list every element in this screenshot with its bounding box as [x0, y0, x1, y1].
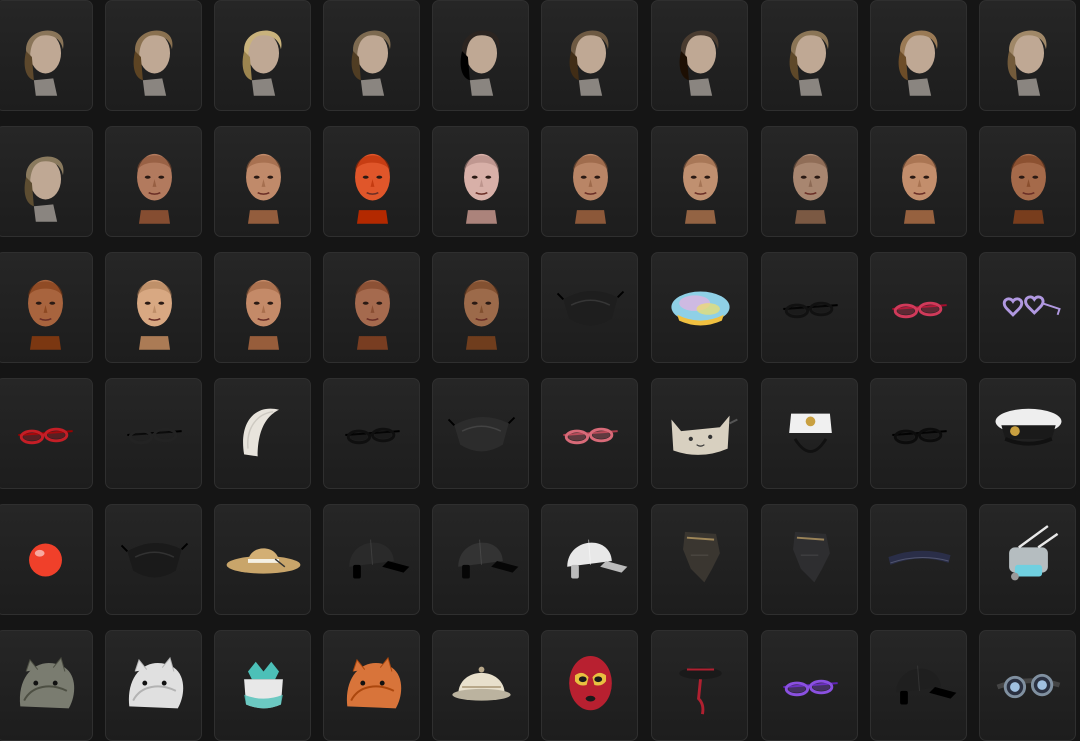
item-slot[interactable] [870, 378, 967, 489]
item-slot[interactable] [870, 630, 967, 741]
item-slot[interactable] [979, 378, 1076, 489]
item-slot[interactable] [651, 378, 748, 489]
item-slot[interactable] [651, 252, 748, 363]
item-slot[interactable] [105, 0, 202, 111]
item-slot[interactable] [651, 504, 748, 615]
item-slot[interactable] [214, 378, 311, 489]
item-slot[interactable] [979, 126, 1076, 237]
item-slot[interactable] [432, 0, 529, 111]
item-slot[interactable] [541, 0, 638, 111]
item-slot[interactable] [651, 630, 748, 741]
item-slot[interactable] [214, 252, 311, 363]
item-slot[interactable] [761, 504, 858, 615]
item-slot[interactable] [761, 126, 858, 237]
item-slot[interactable] [761, 378, 858, 489]
item-slot[interactable] [870, 126, 967, 237]
item-slot[interactable] [761, 252, 858, 363]
item-slot[interactable] [761, 630, 858, 741]
item-slot[interactable] [979, 0, 1076, 111]
item-slot[interactable] [105, 630, 202, 741]
item-slot[interactable] [432, 126, 529, 237]
item-slot[interactable] [979, 630, 1076, 741]
item-slot[interactable] [870, 0, 967, 111]
item-slot[interactable] [0, 630, 93, 741]
item-slot[interactable] [323, 0, 420, 111]
item-slot[interactable] [323, 378, 420, 489]
item-slot[interactable] [214, 0, 311, 111]
item-slot[interactable] [0, 0, 93, 111]
item-slot[interactable] [323, 630, 420, 741]
item-slot[interactable] [323, 252, 420, 363]
item-slot[interactable] [0, 252, 93, 363]
item-slot[interactable] [432, 630, 529, 741]
item-slot[interactable] [979, 504, 1076, 615]
item-slot[interactable] [541, 630, 638, 741]
item-slot[interactable] [432, 252, 529, 363]
item-slot[interactable] [651, 0, 748, 111]
item-slot[interactable] [0, 126, 93, 237]
item-slot[interactable] [323, 126, 420, 237]
item-slot[interactable] [214, 504, 311, 615]
item-slot[interactable] [105, 378, 202, 489]
item-slot[interactable] [541, 126, 638, 237]
item-slot[interactable] [870, 504, 967, 615]
item-slot[interactable] [323, 504, 420, 615]
item-slot[interactable] [432, 504, 529, 615]
item-grid [0, 0, 1080, 741]
item-slot[interactable] [214, 630, 311, 741]
item-slot[interactable] [0, 378, 93, 489]
item-slot[interactable] [761, 0, 858, 111]
item-slot[interactable] [105, 252, 202, 363]
item-slot[interactable] [105, 504, 202, 615]
item-slot[interactable] [214, 126, 311, 237]
item-slot[interactable] [870, 252, 967, 363]
item-slot[interactable] [541, 504, 638, 615]
item-slot[interactable] [0, 504, 93, 615]
item-slot[interactable] [432, 378, 529, 489]
item-slot[interactable] [651, 126, 748, 237]
item-slot[interactable] [541, 378, 638, 489]
item-slot[interactable] [105, 126, 202, 237]
item-slot[interactable] [541, 252, 638, 363]
item-slot[interactable] [979, 252, 1076, 363]
